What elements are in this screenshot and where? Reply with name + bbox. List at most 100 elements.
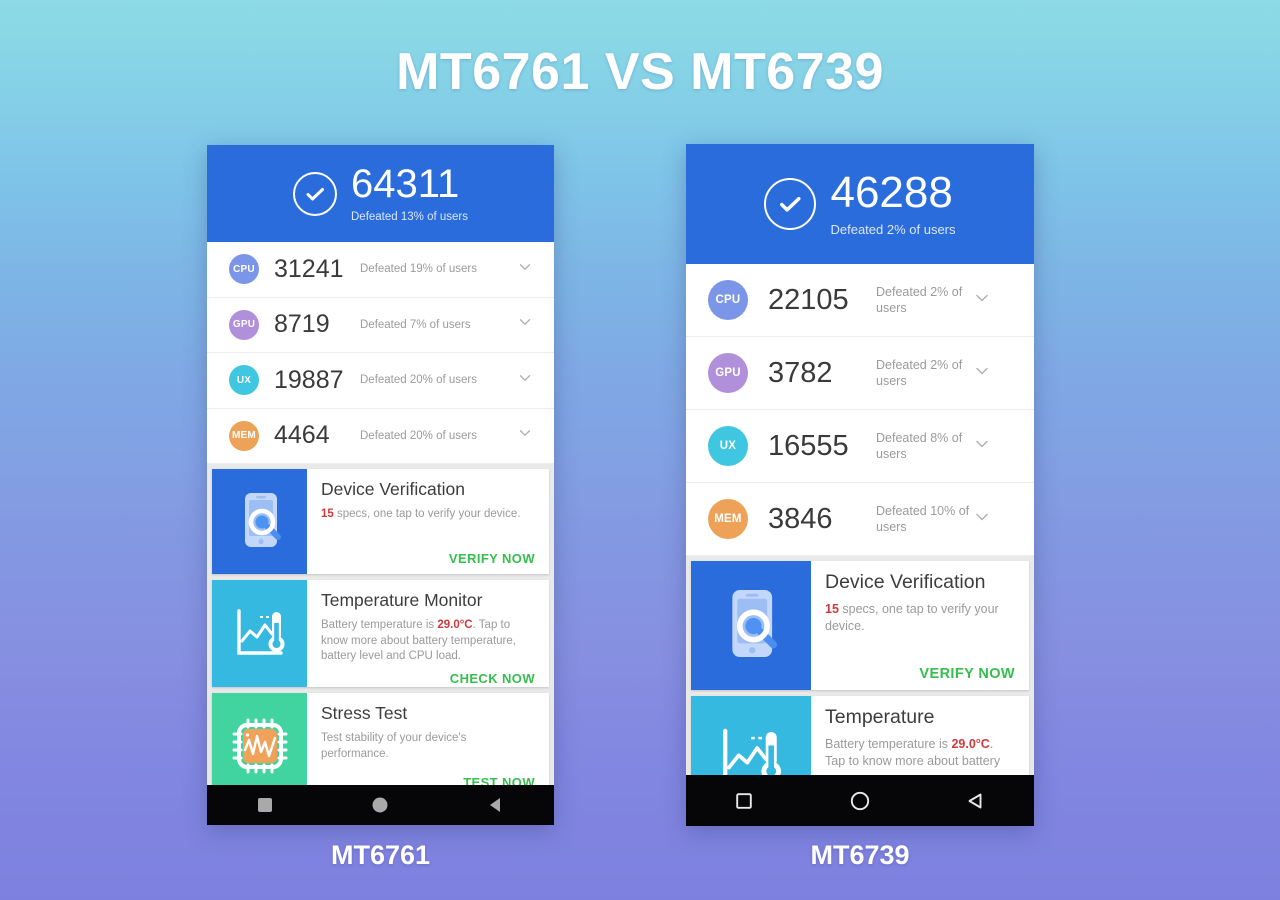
metric-row[interactable]: MEM 4464 Defeated 20% of users [207, 408, 554, 464]
score-text-group: 46288 Defeated 2% of users [830, 168, 956, 238]
check-now-button[interactable]: CHECK NOW [321, 665, 535, 686]
total-score: 46288 [830, 168, 953, 217]
circle-icon[interactable] [371, 796, 389, 814]
chevron-down-icon[interactable] [516, 369, 534, 392]
thermometer-chart-icon [212, 580, 307, 687]
metric-row[interactable]: CPU 31241 Defeated 19% of users [207, 242, 554, 298]
android-nav-bar [207, 785, 554, 825]
score-text-group: 64311 Defeated 13% of users [351, 164, 468, 223]
metric-value: 16555 [768, 429, 849, 462]
phone-magnifier-icon [212, 469, 307, 574]
card-title: Device Verification [321, 479, 465, 499]
chevron-down-icon[interactable] [972, 361, 992, 386]
page-title: MT6761 VS MT6739 [396, 43, 884, 101]
metric-defeated-label: Defeated 2% of users [876, 284, 963, 315]
verify-now-button[interactable]: VERIFY NOW [825, 660, 1015, 682]
card-temperature-monitor[interactable]: Temperature Monitor Battery temperature … [212, 580, 549, 687]
metric-defeated-label: Defeated 10% of users [876, 503, 970, 534]
card-description-text: specs, one tap to verify your device. [333, 508, 521, 520]
mem-badge-icon: MEM [708, 499, 748, 539]
phone-mockup-right: 46288 Defeated 2% of users CPU 22105 Def… [686, 144, 1034, 826]
metric-defeated-label: Defeated 2% of users [876, 357, 963, 388]
metric-defeated-label: Defeated 20% of users [360, 429, 477, 442]
card-title: Temperature [825, 706, 935, 728]
gpu-badge-icon: GPU [708, 353, 748, 393]
chevron-down-icon[interactable] [972, 434, 992, 459]
square-icon[interactable] [256, 796, 274, 814]
metric-value: 4464 [274, 421, 330, 450]
circle-icon[interactable] [849, 790, 871, 812]
metric-row[interactable]: CPU 22105 Defeated 2% of users [686, 264, 1034, 337]
metric-value: 8719 [274, 310, 330, 339]
chevron-down-icon[interactable] [516, 424, 534, 447]
cpu-badge-icon: CPU [229, 254, 259, 285]
total-score: 64311 [351, 162, 460, 206]
total-defeated-label: Defeated 13% of users [351, 211, 468, 223]
phone-screen-left: 64311 Defeated 13% of users CPU 31241 De… [207, 145, 554, 798]
gpu-badge-icon: GPU [229, 309, 259, 340]
cpu-badge-icon: CPU [708, 280, 748, 320]
battery-temperature-value: 29.0°C [437, 619, 473, 631]
metric-value: 19887 [274, 365, 344, 394]
metric-defeated-label: Defeated 7% of users [360, 318, 471, 331]
feature-cards-area: Device Verification 15 specs, one tap to… [686, 556, 1034, 796]
card-description: Battery temperature is 29.0°C. Tap to kn… [825, 736, 1015, 770]
metric-list: CPU 22105 Defeated 2% of users GPU 3782 … [686, 264, 1034, 556]
phone-magnifier-icon [691, 561, 811, 690]
verify-now-button[interactable]: VERIFY NOW [321, 545, 535, 566]
metric-defeated-label: Defeated 8% of users [876, 430, 963, 461]
check-circle-icon [293, 171, 337, 216]
score-header: 64311 Defeated 13% of users [207, 145, 554, 242]
card-description-pre: Battery temperature is [321, 619, 438, 631]
metric-value: 3846 [768, 502, 833, 535]
card-title: Stress Test [321, 703, 408, 723]
metric-value: 3782 [768, 356, 833, 389]
card-description: 15 specs, one tap to verify your device. [321, 507, 535, 523]
metric-row[interactable]: MEM 3846 Defeated 10% of users [686, 483, 1034, 556]
metric-row[interactable]: UX 16555 Defeated 8% of users [686, 410, 1034, 483]
triangle-back-icon[interactable] [966, 791, 986, 811]
card-description: Battery temperature is 29.0°C. Tap to kn… [321, 618, 535, 665]
chevron-down-icon[interactable] [516, 258, 534, 281]
phone-screen-right: 46288 Defeated 2% of users CPU 22105 Def… [686, 144, 1034, 796]
feature-cards-area: Device Verification 15 specs, one tap to… [207, 464, 554, 798]
card-device-verification[interactable]: Device Verification 15 specs, one tap to… [212, 469, 549, 574]
metric-row[interactable]: GPU 8719 Defeated 7% of users [207, 297, 554, 353]
total-defeated-label: Defeated 2% of users [830, 222, 956, 237]
card-title: Device Verification [825, 571, 986, 593]
android-nav-bar [686, 775, 1034, 826]
phone-caption-left: MT6761 [330, 840, 431, 870]
metric-defeated-label: Defeated 19% of users [360, 263, 477, 276]
square-icon[interactable] [734, 791, 754, 811]
spec-count: 15 [321, 508, 334, 520]
metric-value: 31241 [274, 254, 344, 283]
card-stress-test[interactable]: Stress Test Test stability of your devic… [212, 693, 549, 798]
card-device-verification[interactable]: Device Verification 15 specs, one tap to… [691, 561, 1029, 690]
card-description: 15 specs, one tap to verify your device. [825, 601, 1015, 635]
card-body: Device Verification 15 specs, one tap to… [811, 561, 1029, 690]
card-description-pre: Battery temperature is [825, 737, 952, 751]
chevron-down-icon[interactable] [972, 288, 992, 313]
chevron-down-icon[interactable] [972, 507, 992, 532]
triangle-back-icon[interactable] [487, 796, 505, 814]
metric-row[interactable]: GPU 3782 Defeated 2% of users [686, 337, 1034, 410]
mem-badge-icon: MEM [229, 420, 259, 451]
check-circle-icon [764, 178, 817, 230]
battery-temperature-value: 29.0°C [951, 737, 990, 751]
chevron-down-icon[interactable] [516, 313, 534, 336]
phone-mockup-left: 64311 Defeated 13% of users CPU 31241 De… [207, 145, 554, 825]
spec-count: 15 [825, 602, 839, 616]
card-body: Device Verification 15 specs, one tap to… [307, 469, 549, 574]
ux-badge-icon: UX [708, 426, 748, 466]
metric-row[interactable]: UX 19887 Defeated 20% of users [207, 353, 554, 409]
metric-defeated-label: Defeated 20% of users [360, 374, 477, 387]
metric-value: 22105 [768, 283, 849, 316]
ux-badge-icon: UX [229, 365, 259, 396]
card-body: Temperature Monitor Battery temperature … [307, 580, 549, 687]
phone-caption-right: MT6739 [810, 840, 910, 870]
card-description-text: specs, one tap to verify your device. [825, 602, 999, 633]
card-description: Test stability of your device's performa… [321, 732, 467, 760]
score-header: 46288 Defeated 2% of users [686, 144, 1034, 264]
cpu-waveform-icon [212, 693, 307, 798]
card-body: Stress Test Test stability of your devic… [307, 693, 549, 798]
